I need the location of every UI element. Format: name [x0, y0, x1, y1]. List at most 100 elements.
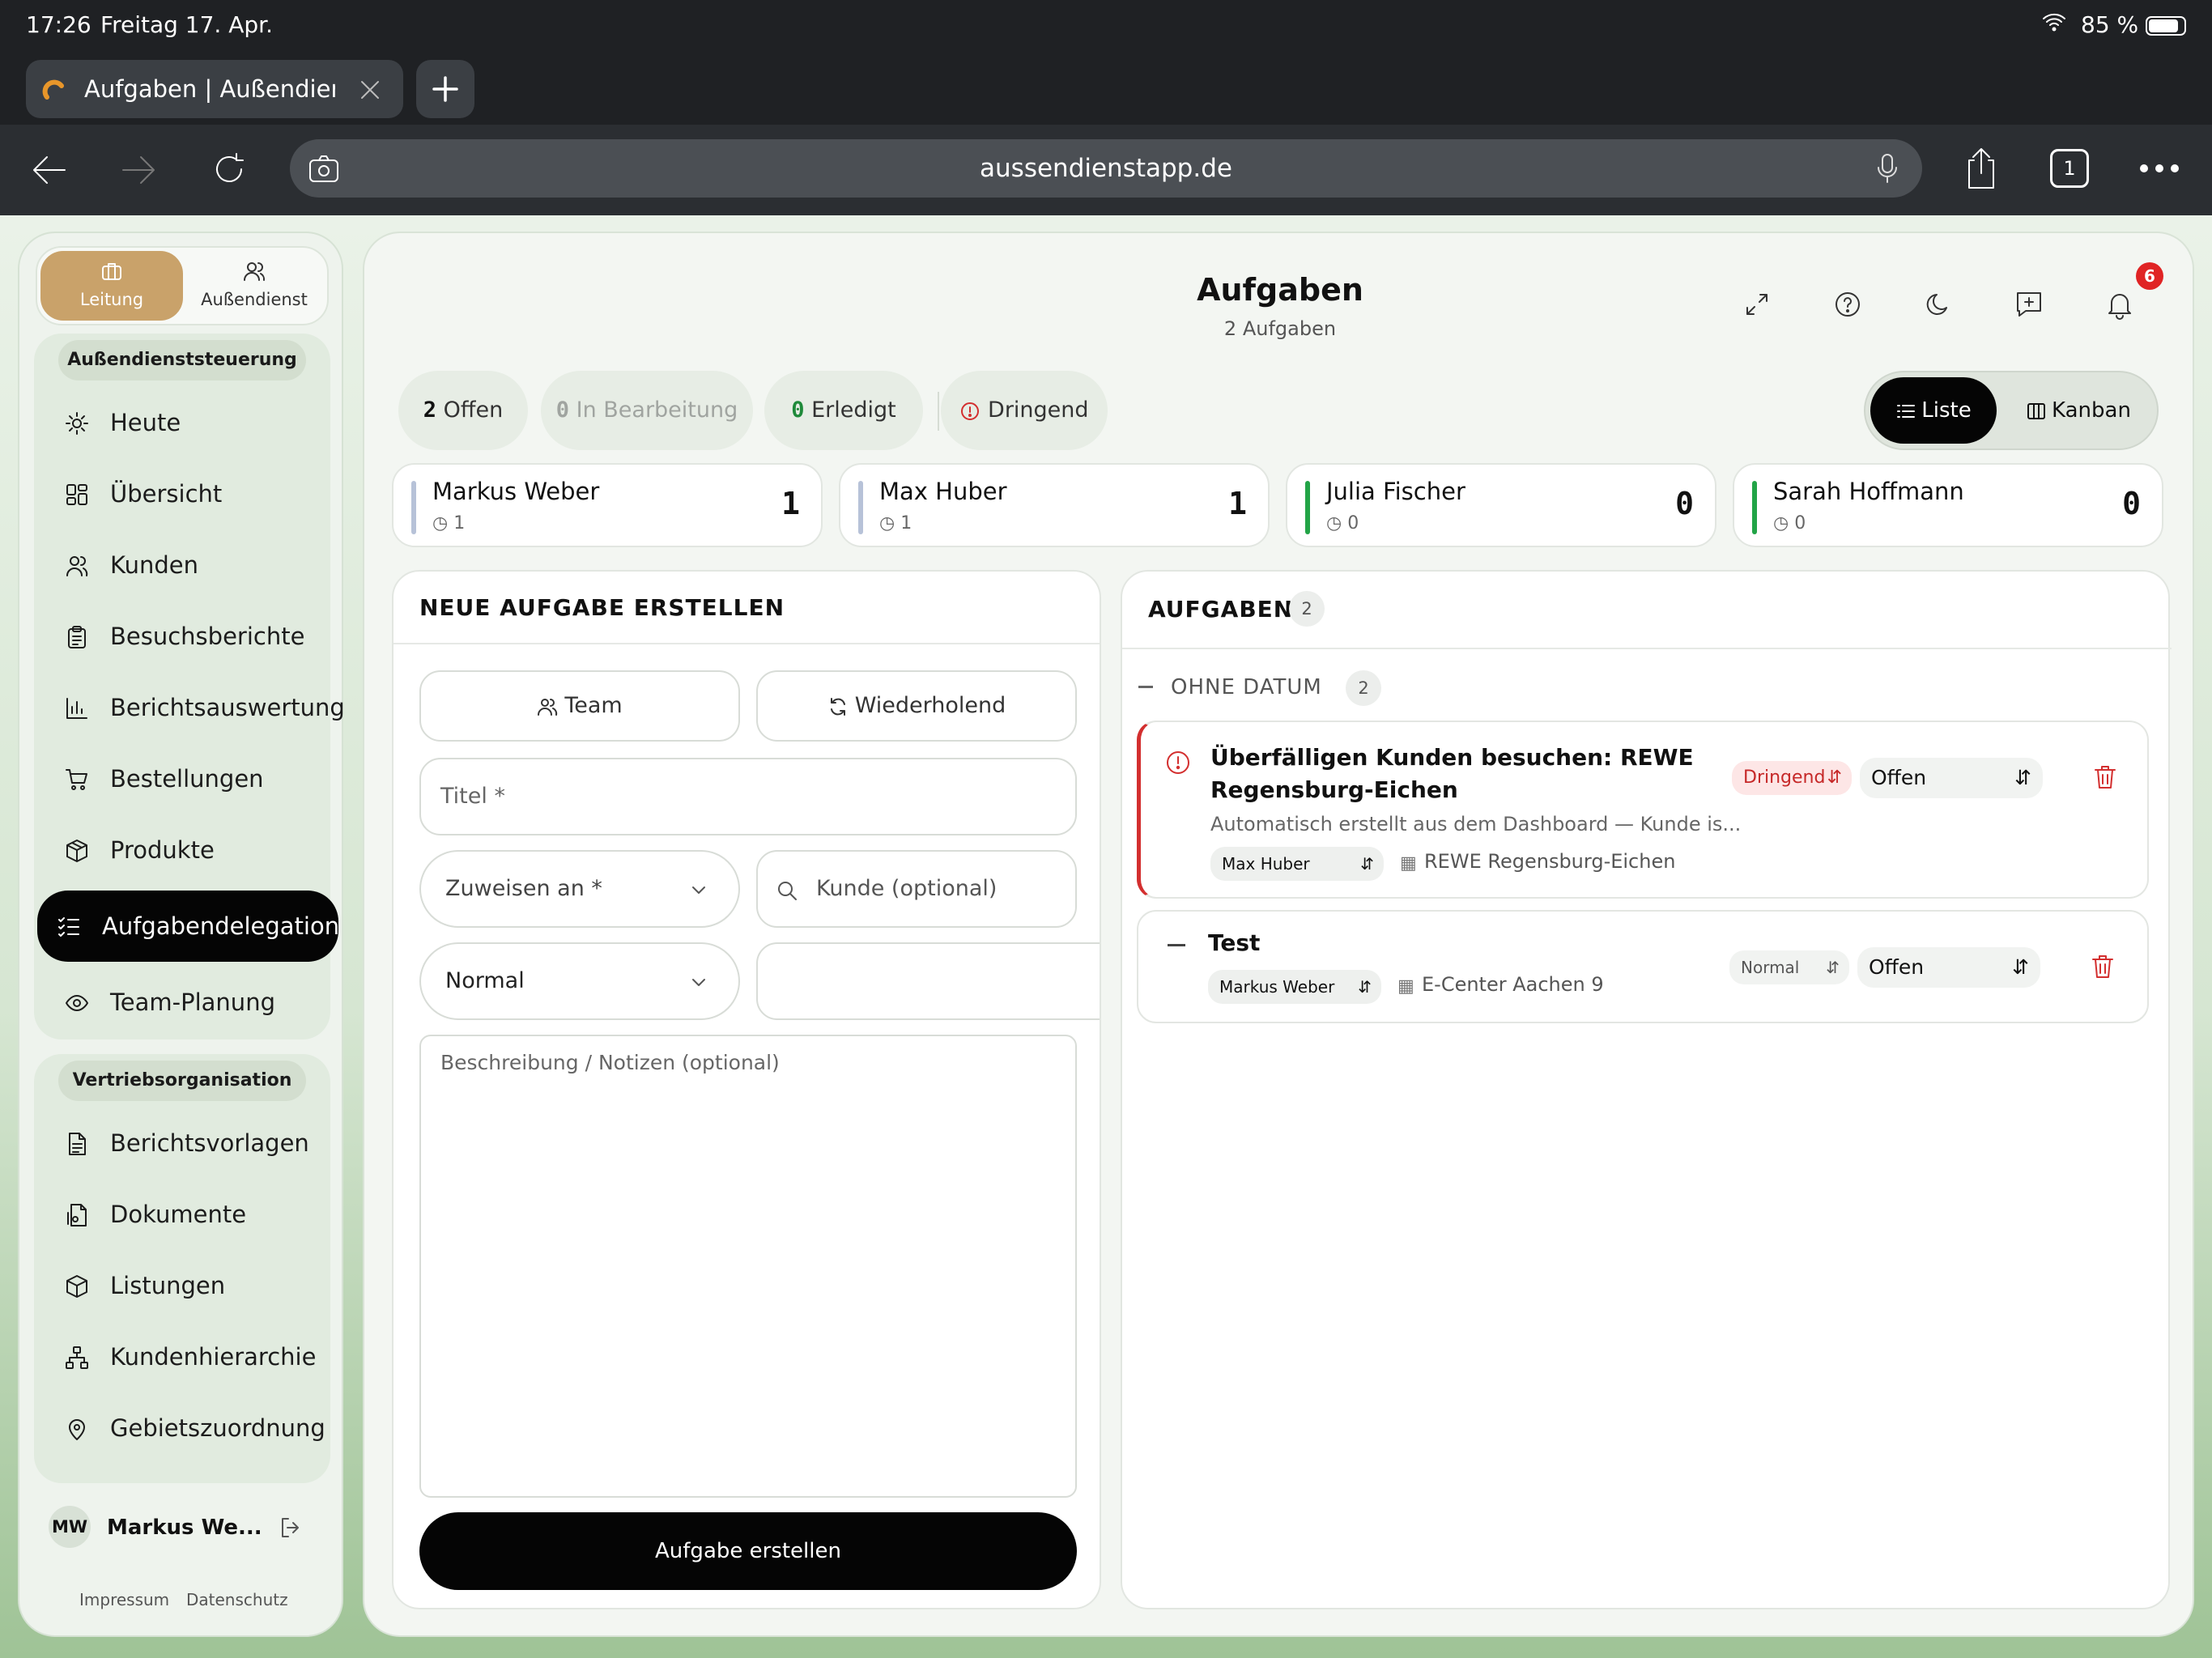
sidebar-item-kundenhierarchie[interactable]: Kundenhierarchie: [45, 1326, 319, 1388]
team-member-name: Julia Fischer: [1326, 478, 1465, 505]
team-stat-card[interactable]: Markus Weber ◷ 1 1: [392, 463, 823, 547]
sidebar-item-label: Besuchsberichte: [110, 623, 305, 650]
notification-badge: 6: [2136, 262, 2163, 290]
close-tab-icon[interactable]: [358, 78, 382, 102]
sidebar: Leitung Außendienst Außendienststeuerung…: [18, 232, 345, 1637]
briefcase-icon: [102, 263, 121, 280]
status-time: 17:26: [26, 11, 91, 38]
sidebar-item-dokumente[interactable]: Dokumente: [45, 1184, 319, 1245]
filter-in-progress[interactable]: 0 In Bearbeitung: [541, 371, 753, 450]
open-tasks-count: ◷ 1: [432, 513, 466, 534]
sidebar-item-heute[interactable]: Heute: [45, 392, 319, 453]
delete-icon[interactable]: [2091, 954, 2115, 980]
role-aussendienst[interactable]: Außendienst: [185, 251, 324, 321]
back-icon[interactable]: [29, 152, 68, 188]
task-title: Überfälligen Kunden besuchen: REWE Regens…: [1210, 744, 1694, 803]
view-list-button[interactable]: Liste: [1870, 377, 1997, 444]
team-stat-card[interactable]: Sarah Hoffmann ◷ 0 0: [1733, 463, 2163, 547]
task-item[interactable]: Überfälligen Kunden besuchen: REWE Regens…: [1137, 721, 2149, 899]
logout-icon[interactable]: [279, 1516, 303, 1540]
open-tasks-count: ◷ 0: [1326, 513, 1359, 534]
view-kanban-button[interactable]: Kanban: [2003, 377, 2154, 444]
sidebar-item-label: Team-Planung: [110, 988, 275, 1016]
clipboard-icon: [68, 626, 86, 648]
priority-value: Dringend: [1743, 767, 1826, 788]
task-list-icon: [58, 917, 79, 937]
group-label: OHNE DATUM: [1171, 675, 1322, 699]
role-leitung[interactable]: Leitung: [40, 251, 183, 321]
filter-done[interactable]: 0 Erledigt: [764, 371, 923, 450]
team-stat-card[interactable]: Max Huber ◷ 1 1: [839, 463, 1270, 547]
status-select[interactable]: Offen ⇵: [1860, 758, 2043, 798]
help-icon[interactable]: [1831, 288, 1864, 321]
status-bar-indicator: [858, 481, 863, 534]
assignee-select[interactable]: Max Huber ⇵: [1210, 847, 1384, 881]
browser-tab[interactable]: Aufgaben | Außendienst: [26, 60, 403, 118]
feedback-icon[interactable]: [2013, 288, 2045, 321]
sidebar-item-berichtsauswertung[interactable]: Berichtsauswertung: [45, 677, 345, 738]
delete-icon[interactable]: [2093, 764, 2117, 790]
sidebar-item-produkte[interactable]: Produkte: [45, 819, 319, 881]
sidebar-item-uebersicht[interactable]: Übersicht: [45, 463, 319, 525]
sidebar-item-aufgabendelegation[interactable]: Aufgabendelegation: [37, 891, 340, 962]
sidebar-item-besuchsberichte[interactable]: Besuchsberichte: [45, 606, 319, 667]
bell-icon[interactable]: [2104, 288, 2136, 321]
status-bar-indicator: [1305, 481, 1310, 534]
status-select[interactable]: Offen ⇵: [1857, 947, 2040, 988]
sidebar-item-label: Bestellungen: [110, 765, 264, 793]
priority-select[interactable]: Normal ⇵: [1729, 950, 1849, 984]
team-button[interactable]: Team: [419, 670, 740, 742]
filter-urgent[interactable]: Dringend: [941, 371, 1108, 450]
sidebar-item-listungen[interactable]: Listungen: [45, 1255, 319, 1316]
sidebar-item-team-planung[interactable]: Team-Planung: [45, 971, 319, 1033]
new-task-panel: NEUE AUFGABE ERSTELLEN Team Wiederholend…: [392, 570, 1101, 1609]
group-header[interactable]: OHNE DATUM 2: [1138, 665, 1397, 711]
new-task-heading: NEUE AUFGABE ERSTELLEN: [419, 594, 785, 621]
filter-open[interactable]: 2 Offen: [398, 371, 528, 450]
alert-icon: [959, 401, 981, 422]
recurring-button[interactable]: Wiederholend: [756, 670, 1077, 742]
priority-select[interactable]: Dringend ⇵: [1732, 761, 1852, 795]
forward-icon[interactable]: [120, 152, 159, 188]
assign-select[interactable]: Zuweisen an *: [419, 850, 740, 928]
kanban-icon: [2026, 401, 2047, 422]
due-date-input[interactable]: [756, 942, 1100, 1020]
create-task-button[interactable]: Aufgabe erstellen: [419, 1512, 1077, 1590]
share-icon[interactable]: [1963, 146, 2000, 191]
camera-scan-icon[interactable]: [308, 154, 340, 185]
chevron-down-icon: [688, 879, 709, 900]
datenschutz-link[interactable]: Datenschutz: [186, 1590, 288, 1609]
sidebar-item-gebietszuordnung[interactable]: Gebietszuordnung: [45, 1397, 325, 1459]
role-aussendienst-label: Außendienst: [201, 290, 308, 309]
sidebar-item-label: Aufgabendelegation: [102, 912, 340, 940]
sidebar-item-kunden[interactable]: Kunden: [45, 534, 319, 596]
sidebar-item-berichtsvorlagen[interactable]: Berichtsvorlagen: [45, 1112, 319, 1174]
team-member-task-count: 0: [1675, 486, 1694, 521]
assignee-select[interactable]: Markus Weber ⇵: [1208, 970, 1381, 1004]
sidebar-item-bestellungen[interactable]: Bestellungen: [45, 748, 319, 810]
priority-value: Normal: [1741, 958, 1800, 977]
priority-select[interactable]: Normal: [419, 942, 740, 1020]
package-icon: [66, 840, 87, 862]
reload-icon[interactable]: [209, 149, 249, 189]
group-count-badge: 2: [1346, 670, 1381, 706]
expand-icon[interactable]: [1741, 288, 1773, 321]
task-item[interactable]: Test Markus Weber ⇵ ▦ E-Center Aachen 9 N…: [1137, 910, 2149, 1023]
team-stat-card[interactable]: Julia Fischer ◷ 0 0: [1286, 463, 1716, 547]
moon-icon[interactable]: [1922, 288, 1955, 321]
divider: [1122, 648, 2172, 649]
customer-search-input[interactable]: Kunde (optional): [756, 850, 1077, 928]
new-tab-button[interactable]: [416, 60, 474, 118]
microphone-icon[interactable]: [1875, 152, 1899, 185]
impressum-link[interactable]: Impressum: [79, 1590, 169, 1609]
sidebar-item-label: Übersicht: [110, 480, 223, 508]
description-textarea[interactable]: Beschreibung / Notizen (optional): [419, 1035, 1077, 1498]
title-input[interactable]: Titel *: [419, 758, 1077, 835]
team-member-name: Sarah Hoffmann: [1773, 478, 1964, 505]
team-member-name: Markus Weber: [432, 478, 600, 505]
filter-progress-count: 0: [555, 397, 570, 423]
more-icon[interactable]: [2139, 164, 2180, 173]
tabs-overview-button[interactable]: 1: [2050, 149, 2089, 188]
url-bar[interactable]: aussendienstapp.de: [290, 139, 1922, 198]
eye-icon: [66, 995, 88, 1011]
